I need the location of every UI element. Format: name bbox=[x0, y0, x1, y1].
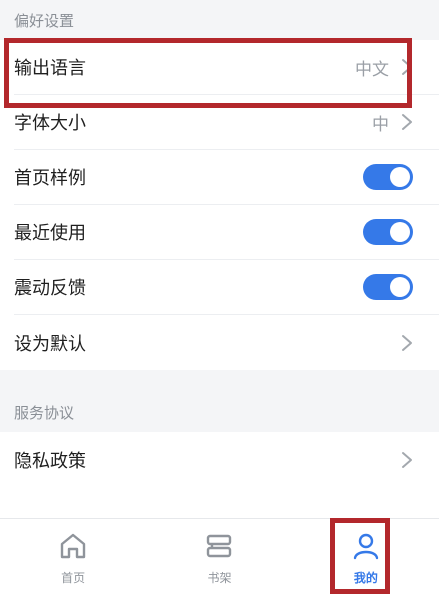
chevron-right-icon bbox=[402, 114, 412, 130]
section-title: 服务协议 bbox=[14, 403, 75, 422]
chevron-right-icon bbox=[402, 451, 412, 468]
section-gap bbox=[0, 370, 439, 392]
row-set-default[interactable]: 设为默认 bbox=[14, 315, 439, 370]
vibration-feedback-toggle[interactable] bbox=[363, 274, 413, 300]
settings-page: 偏好设置 输出语言 中文 字体大小 中 首页样例 最近使用 震动反馈 设为默认 … bbox=[0, 0, 439, 600]
tab-home[interactable]: 首页 bbox=[0, 519, 146, 600]
tab-profile[interactable]: 我的 bbox=[293, 519, 439, 600]
row-label: 输出语言 bbox=[14, 58, 86, 79]
tab-label: 我的 bbox=[353, 571, 378, 585]
home-sample-toggle[interactable] bbox=[363, 164, 413, 190]
row-label: 首页样例 bbox=[14, 168, 86, 189]
row-right: 中 bbox=[372, 110, 413, 135]
section-header-preferences: 偏好设置 bbox=[0, 0, 439, 40]
row-recently-used: 最近使用 bbox=[14, 205, 439, 260]
toggle-knob bbox=[390, 167, 410, 187]
toggle-knob bbox=[390, 222, 410, 242]
row-value: 中文 bbox=[355, 59, 389, 80]
row-privacy-policy[interactable]: 隐私政策 bbox=[14, 432, 439, 487]
row-label: 隐私政策 bbox=[14, 450, 86, 472]
row-label: 设为默认 bbox=[14, 333, 86, 355]
row-home-sample: 首页样例 bbox=[14, 150, 439, 205]
recently-used-toggle[interactable] bbox=[363, 219, 413, 245]
row-right bbox=[401, 451, 413, 469]
row-right bbox=[401, 334, 413, 352]
row-label: 最近使用 bbox=[14, 223, 86, 244]
row-value: 中 bbox=[372, 114, 389, 135]
bottom-tab-bar: 首页 书架 我的 bbox=[0, 518, 439, 600]
row-font-size[interactable]: 字体大小 中 bbox=[14, 95, 439, 150]
bookshelf-icon bbox=[207, 534, 232, 558]
chevron-right-icon bbox=[402, 334, 412, 351]
row-label: 字体大小 bbox=[14, 113, 86, 134]
row-right: 中文 bbox=[355, 55, 413, 80]
tab-label: 书架 bbox=[207, 571, 232, 585]
chevron-right-icon bbox=[402, 59, 412, 75]
section-title: 偏好设置 bbox=[14, 11, 75, 30]
row-output-language[interactable]: 输出语言 中文 bbox=[14, 40, 439, 95]
home-icon bbox=[60, 533, 86, 559]
tab-label: 首页 bbox=[61, 571, 86, 585]
row-vibration-feedback: 震动反馈 bbox=[14, 260, 439, 315]
tab-bookshelf[interactable]: 书架 bbox=[146, 519, 292, 600]
toggle-knob bbox=[390, 277, 410, 297]
preferences-group: 输出语言 中文 字体大小 中 首页样例 最近使用 震动反馈 设为默认 bbox=[0, 40, 439, 370]
row-label: 震动反馈 bbox=[14, 278, 86, 299]
section-header-service: 服务协议 bbox=[0, 392, 439, 432]
profile-icon bbox=[353, 533, 379, 560]
